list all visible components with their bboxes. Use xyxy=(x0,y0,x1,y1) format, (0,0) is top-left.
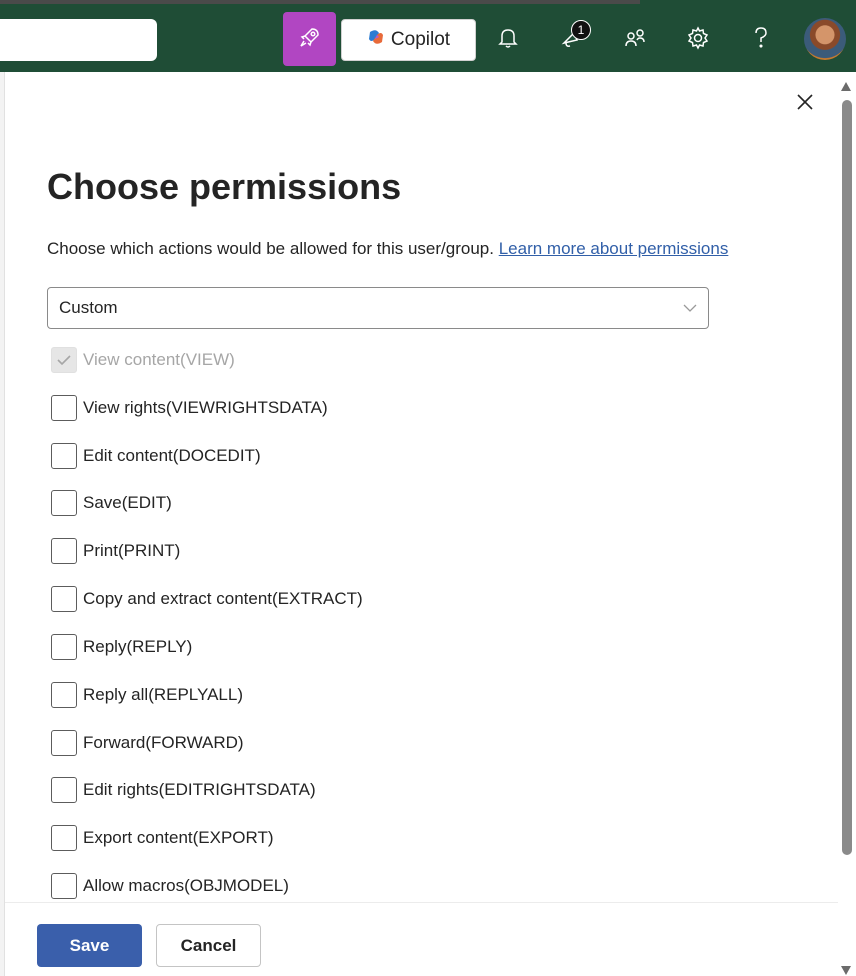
permission-item-extract[interactable]: Copy and extract content(EXTRACT) xyxy=(51,585,363,613)
dropdown-value: Custom xyxy=(59,298,118,317)
checkbox-viewrightsdata[interactable] xyxy=(51,395,77,421)
search-input[interactable] xyxy=(0,19,157,61)
permission-item-editrightsdata[interactable]: Edit rights(EDITRIGHTSDATA) xyxy=(51,776,316,804)
description-text: Choose which actions would be allowed fo… xyxy=(47,239,494,258)
permission-label: Forward(FORWARD) xyxy=(83,733,244,752)
cancel-button[interactable]: Cancel xyxy=(156,924,261,967)
permission-label: View rights(VIEWRIGHTSDATA) xyxy=(83,398,328,417)
permission-item-view: View content(VIEW) xyxy=(51,346,235,374)
checkbox-edit[interactable] xyxy=(51,490,77,516)
permission-label: Allow macros(OBJMODEL) xyxy=(83,876,289,895)
checkbox-view xyxy=(51,347,77,373)
permission-label: Edit rights(EDITRIGHTSDATA) xyxy=(83,780,316,799)
save-button[interactable]: Save xyxy=(37,924,142,967)
permission-item-viewrightsdata[interactable]: View rights(VIEWRIGHTSDATA) xyxy=(51,394,328,422)
permission-item-replyall[interactable]: Reply all(REPLYALL) xyxy=(51,681,243,709)
scroll-up-arrow-icon[interactable] xyxy=(841,82,851,91)
permission-label: Reply all(REPLYALL) xyxy=(83,685,243,704)
checkbox-replyall[interactable] xyxy=(51,682,77,708)
footer-divider xyxy=(5,902,838,903)
checkbox-print[interactable] xyxy=(51,538,77,564)
permission-label: View content(VIEW) xyxy=(83,350,235,369)
copilot-label: Copilot xyxy=(390,29,451,50)
help-icon[interactable] xyxy=(745,22,777,54)
permission-item-objmodel[interactable]: Allow macros(OBJMODEL) xyxy=(51,872,289,900)
description: Choose which actions would be allowed fo… xyxy=(47,239,728,259)
page-title: Choose permissions xyxy=(47,166,402,207)
checkbox-extract[interactable] xyxy=(51,586,77,612)
top-app-bar: Copilot 1 xyxy=(0,0,856,72)
permission-item-reply[interactable]: Reply(REPLY) xyxy=(51,633,192,661)
notification-badge: 1 xyxy=(571,20,591,40)
close-button[interactable] xyxy=(793,92,817,116)
close-icon xyxy=(796,93,814,116)
permission-preset-dropdown[interactable]: Custom xyxy=(47,287,709,329)
permission-label: Edit content(DOCEDIT) xyxy=(83,446,261,465)
permission-label: Export content(EXPORT) xyxy=(83,828,274,847)
checkbox-editrightsdata[interactable] xyxy=(51,777,77,803)
gear-icon[interactable] xyxy=(682,22,714,54)
permission-item-export[interactable]: Export content(EXPORT) xyxy=(51,824,274,852)
rocket-button[interactable] xyxy=(283,12,336,66)
checkbox-reply[interactable] xyxy=(51,634,77,660)
permission-label: Print(PRINT) xyxy=(83,541,181,560)
checkbox-forward[interactable] xyxy=(51,730,77,756)
scroll-down-arrow-icon[interactable] xyxy=(841,966,851,975)
permission-item-docedit[interactable]: Edit content(DOCEDIT) xyxy=(51,442,261,470)
chevron-down-icon xyxy=(682,300,698,321)
permission-item-forward[interactable]: Forward(FORWARD) xyxy=(51,729,244,757)
permission-label: Save(EDIT) xyxy=(83,493,172,512)
scrollbar-thumb[interactable] xyxy=(842,100,852,855)
permission-label: Copy and extract content(EXTRACT) xyxy=(83,589,363,608)
permission-item-print[interactable]: Print(PRINT) xyxy=(51,537,180,565)
rocket-icon xyxy=(299,26,321,53)
checkbox-objmodel[interactable] xyxy=(51,873,77,899)
people-icon[interactable] xyxy=(619,22,651,54)
copilot-logo-icon xyxy=(367,28,385,52)
bell-icon[interactable] xyxy=(492,22,524,54)
checkbox-docedit[interactable] xyxy=(51,443,77,469)
avatar[interactable] xyxy=(804,18,846,60)
checkbox-export[interactable] xyxy=(51,825,77,851)
permission-label: Reply(REPLY) xyxy=(83,637,193,656)
copilot-button[interactable]: Copilot xyxy=(341,19,476,61)
window-edge xyxy=(0,0,640,4)
learn-more-link[interactable]: Learn more about permissions xyxy=(499,239,729,258)
permission-item-edit[interactable]: Save(EDIT) xyxy=(51,489,172,517)
